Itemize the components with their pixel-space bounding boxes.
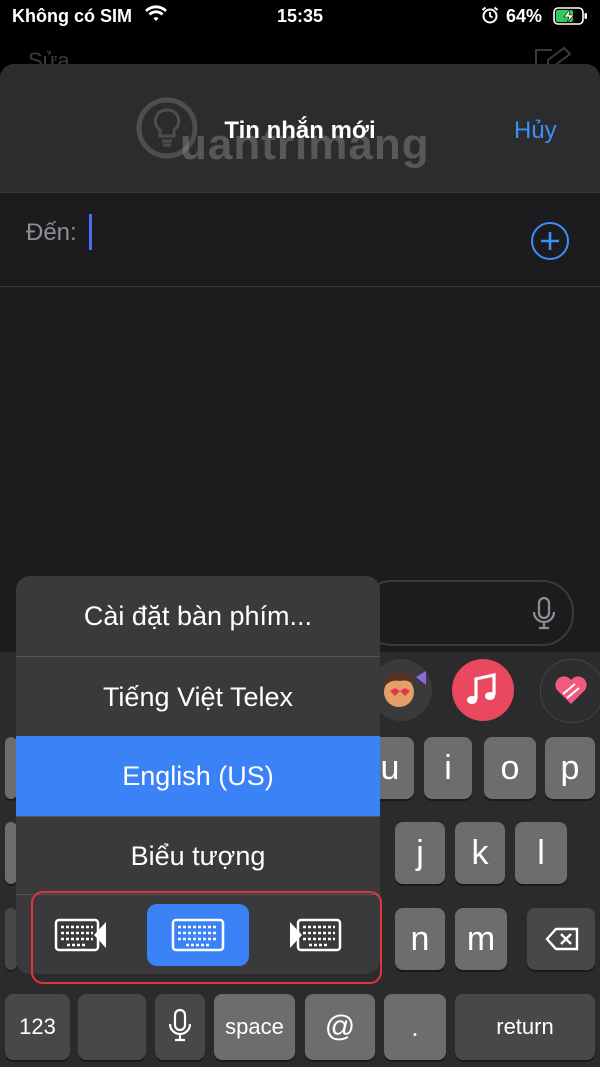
digital-touch-app-icon[interactable] xyxy=(540,659,600,723)
alarm-icon xyxy=(481,6,499,24)
sheet-title: Tin nhắn mới xyxy=(224,117,376,144)
highlight-box xyxy=(31,891,382,984)
globe-key[interactable] xyxy=(78,994,146,1060)
delete-key[interactable] xyxy=(527,908,595,970)
menu-item-emoji-symbols[interactable]: Biểu tượng xyxy=(16,816,380,896)
key-l[interactable]: l xyxy=(515,822,567,884)
microphone-icon[interactable] xyxy=(530,596,558,630)
backspace-icon xyxy=(545,927,579,951)
battery-percentage: 64% xyxy=(506,6,543,26)
battery-charging-icon xyxy=(553,7,587,25)
key-k[interactable]: k xyxy=(455,822,505,884)
plus-icon xyxy=(541,232,559,250)
key-j[interactable]: j xyxy=(395,822,445,884)
heart-icon xyxy=(555,676,587,704)
period-key[interactable]: . xyxy=(384,994,446,1060)
at-key[interactable]: @ xyxy=(305,994,375,1060)
to-label: Đến: xyxy=(26,219,77,246)
microphone-icon xyxy=(168,1008,192,1042)
key-m[interactable]: m xyxy=(455,908,507,970)
key-o[interactable]: o xyxy=(484,737,536,799)
to-divider xyxy=(0,286,600,287)
cancel-button[interactable]: Hủy xyxy=(514,117,557,145)
key-n[interactable]: n xyxy=(395,908,445,970)
menu-item-english-us[interactable]: English (US) xyxy=(16,736,380,816)
return-key[interactable]: return xyxy=(455,994,595,1060)
menu-item-vietnamese-telex[interactable]: Tiếng Việt Telex xyxy=(16,657,380,737)
numbers-key[interactable]: 123 xyxy=(5,994,70,1060)
dictation-key[interactable] xyxy=(155,994,205,1060)
key-i[interactable]: i xyxy=(424,737,472,799)
menu-item-keyboard-settings[interactable]: Cài đặt bàn phím... xyxy=(16,576,380,656)
header-divider xyxy=(0,192,600,193)
music-app-icon[interactable] xyxy=(452,659,514,721)
menu-divider xyxy=(16,816,380,817)
space-key[interactable]: space xyxy=(214,994,295,1060)
key-p[interactable]: p xyxy=(545,737,595,799)
recipient-input-caret[interactable] xyxy=(89,214,92,250)
music-note-icon xyxy=(467,673,496,704)
add-recipient-button[interactable] xyxy=(531,222,569,260)
